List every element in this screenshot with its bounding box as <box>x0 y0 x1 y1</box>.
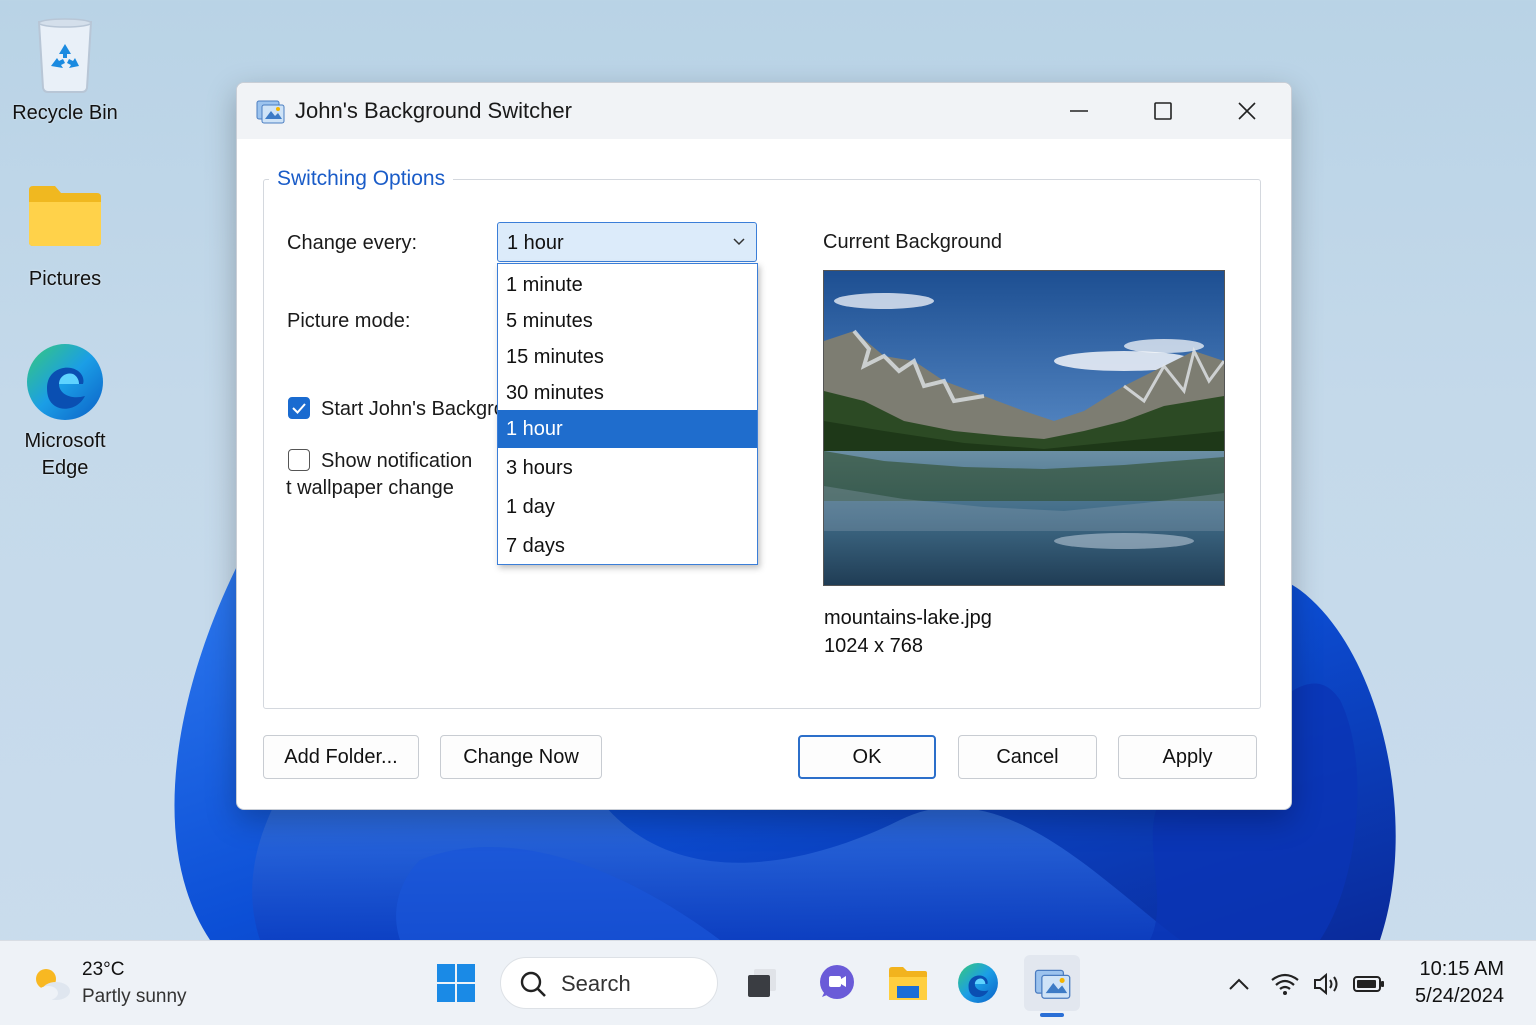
interval-selected-value: 1 hour <box>507 232 564 254</box>
background-switcher-dialog: John's Background Switcher Switching Opt… <box>236 82 1292 810</box>
edge-taskbar-button[interactable] <box>950 955 1006 1011</box>
ok-button[interactable]: OK <box>798 735 936 779</box>
clock-time[interactable]: 10:15 AM <box>1419 958 1504 981</box>
edge-icon <box>25 342 105 422</box>
show-hidden-icons-button[interactable] <box>1222 967 1256 1001</box>
volume-button[interactable] <box>1310 967 1344 1001</box>
task-view-icon <box>748 969 776 997</box>
clock-date[interactable]: 5/24/2024 <box>1415 985 1504 1008</box>
taskbar-search-box[interactable]: Search <box>500 957 718 1009</box>
desktop-icon-label: Recycle Bin <box>12 102 118 124</box>
notification-label-line2: t wallpaper change <box>286 477 454 499</box>
taskbar: 23°C Partly sunny Search 10:15 AM 5/24/2… <box>0 940 1536 1025</box>
notification-label-line1: Show notification <box>321 450 473 472</box>
change-now-button[interactable]: Change Now <box>440 735 602 779</box>
weather-description: Partly sunny <box>82 986 187 1007</box>
preview-file-name: mountains-lake.jpg <box>824 607 992 629</box>
interval-option[interactable]: 1 minute <box>498 266 757 303</box>
maximize-icon <box>1154 102 1172 120</box>
recycle-bin-icon <box>25 14 105 94</box>
apply-button[interactable]: Apply <box>1118 735 1257 779</box>
desktop-icon-label: Microsoft Edge <box>24 430 106 479</box>
checkmark-icon <box>292 403 306 414</box>
picture-mode-label: Picture mode: <box>287 310 411 332</box>
search-placeholder: Search <box>561 971 631 996</box>
weather-widget[interactable] <box>28 963 74 1003</box>
interval-option[interactable]: 3 hours <box>498 449 757 487</box>
title-bar[interactable]: John's Background Switcher <box>237 83 1291 139</box>
file-explorer-button[interactable] <box>880 955 936 1011</box>
interval-combobox[interactable]: 1 hour <box>497 222 757 262</box>
desktop-icon-label: Pictures <box>28 268 102 290</box>
start-icon <box>437 964 475 1002</box>
minimize-button[interactable] <box>1037 83 1121 139</box>
partly-sunny-icon <box>36 969 70 1000</box>
task-view-button[interactable] <box>734 955 790 1011</box>
add-folder-button[interactable]: Add Folder... <box>263 735 419 779</box>
edge-icon <box>958 963 998 1003</box>
show-notification-checkbox[interactable] <box>288 449 310 471</box>
chevron-up-icon <box>1229 978 1249 990</box>
network-button[interactable] <box>1268 967 1302 1001</box>
app-icon <box>255 97 285 125</box>
current-background-preview <box>823 270 1225 586</box>
active-app-indicator <box>1040 1013 1064 1017</box>
interval-dropdown-list: 1 minute 5 minutes 15 minutes 30 minutes… <box>497 263 758 565</box>
wifi-icon <box>1271 973 1299 995</box>
interval-option[interactable]: 1 day <box>498 488 757 526</box>
interval-option[interactable]: 5 minutes <box>498 302 757 339</box>
file-explorer-icon <box>889 967 927 1000</box>
background-switcher-icon <box>1034 969 1071 999</box>
folder-icon <box>25 180 105 260</box>
group-legend: Switching Options <box>269 167 454 191</box>
minimize-icon <box>1070 110 1088 112</box>
search-icon <box>520 971 546 997</box>
close-button[interactable] <box>1205 83 1289 139</box>
chat-button[interactable] <box>808 955 864 1011</box>
interval-option[interactable]: 30 minutes <box>498 374 757 411</box>
window-title: John's Background Switcher <box>295 98 572 123</box>
desktop-icon-recycle-bin[interactable]: Recycle Bin <box>5 14 125 127</box>
background-switcher-taskbar-button[interactable] <box>1024 955 1080 1011</box>
weather-temperature: 23°C <box>82 959 125 980</box>
chat-icon <box>820 965 854 999</box>
maximize-button[interactable] <box>1121 83 1205 139</box>
start-with-windows-checkbox[interactable] <box>288 397 310 419</box>
preview-dimensions: 1024 x 768 <box>824 635 923 657</box>
battery-button[interactable] <box>1352 967 1386 1001</box>
volume-icon <box>1314 972 1338 996</box>
desktop-icon-edge[interactable]: Microsoft Edge <box>5 342 125 482</box>
change-every-label: Change every: <box>287 232 418 254</box>
start-checkbox-label: Start John's Backgro <box>321 398 497 420</box>
interval-option-selected[interactable]: 1 hour <box>498 410 757 448</box>
chevron-down-icon <box>733 238 745 246</box>
interval-option[interactable]: 15 minutes <box>498 338 757 375</box>
preview-title: Current Background <box>823 231 1002 253</box>
cancel-button[interactable]: Cancel <box>958 735 1097 779</box>
desktop-icon-pictures[interactable]: Pictures <box>5 180 125 293</box>
battery-icon <box>1353 976 1384 992</box>
close-icon <box>1238 102 1256 120</box>
interval-option[interactable]: 7 days <box>498 527 757 564</box>
start-button[interactable] <box>428 955 484 1011</box>
